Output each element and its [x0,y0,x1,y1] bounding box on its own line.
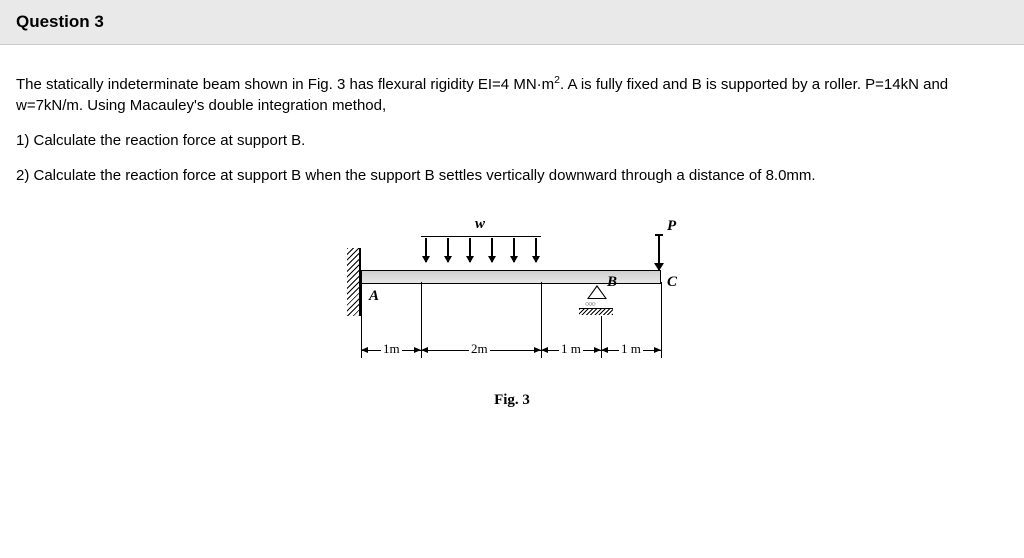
point-b-label: B [607,272,617,293]
intro-text-1: The statically indeterminate beam shown … [16,76,554,93]
load-p-label: P [667,216,676,237]
point-a-label: A [369,286,379,307]
load-arrow-icon [425,238,427,262]
distributed-load [421,236,541,270]
subquestion-1: 1) Calculate the reaction force at suppo… [16,130,1008,151]
figure-3: w P ○○○ A B C [327,222,697,422]
load-arrow-icon [513,238,515,262]
fixed-support-icon [347,248,361,316]
figure-caption: Fig. 3 [327,390,697,411]
question-header: Question 3 [0,0,1024,45]
dim-label-3: 1 m [559,340,583,358]
dim-label-4: 1 m [619,340,643,358]
figure-wrapper: w P ○○○ A B C [16,222,1008,422]
dim-tick [661,282,662,358]
roller-mask [589,287,605,298]
subquestion-2: 2) Calculate the reaction force at suppo… [16,165,1008,186]
dimension-row: 1m 2m 1 m 1 m [361,322,661,362]
dim-label-1: 1m [381,340,402,358]
load-arrow-icon [535,238,537,262]
roller-ground-icon [579,308,613,315]
question-body: The statically indeterminate beam shown … [0,45,1024,438]
load-arrow-icon [491,238,493,262]
load-w-label: w [475,214,485,235]
point-c-label: C [667,272,677,293]
load-arrow-icon [469,238,471,262]
point-load-arrow-icon [658,236,660,270]
dim-label-2: 2m [469,340,490,358]
load-arrow-icon [447,238,449,262]
intro-paragraph: The statically indeterminate beam shown … [16,73,1008,116]
question-title: Question 3 [16,12,104,31]
